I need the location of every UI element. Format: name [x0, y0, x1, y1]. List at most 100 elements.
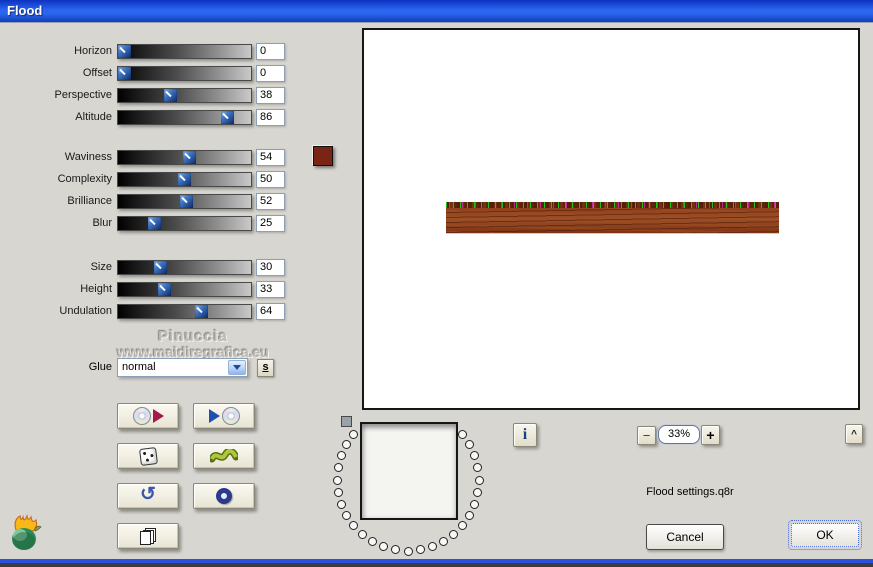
slider-handle[interactable]: [118, 45, 131, 58]
copy-pages-icon: [140, 528, 156, 545]
preset-dot[interactable]: [342, 440, 351, 449]
info-button[interactable]: i: [513, 423, 537, 447]
slider-value-undulation[interactable]: 64: [256, 303, 285, 320]
slider-handle[interactable]: [195, 305, 208, 318]
slider-value-complexity[interactable]: 50: [256, 171, 285, 188]
glue-dropdown-value: normal: [122, 361, 156, 373]
preset-dot[interactable]: [473, 463, 483, 473]
save-preset-button[interactable]: [117, 403, 179, 429]
slider-track-brilliance[interactable]: [117, 194, 252, 209]
water-color-swatch[interactable]: [313, 146, 333, 166]
title-bar: Flood: [0, 0, 873, 23]
dropdown-button[interactable]: [228, 360, 246, 375]
preset-dot[interactable]: [457, 429, 467, 439]
slider-handle[interactable]: [148, 217, 161, 230]
preset-dot[interactable]: [449, 529, 459, 539]
preset-dot[interactable]: [470, 499, 480, 509]
collapse-button[interactable]: ^: [845, 424, 863, 444]
reset-button[interactable]: [193, 483, 255, 509]
slider-handle[interactable]: [221, 111, 234, 124]
preset-dot[interactable]: [464, 511, 474, 520]
flaming-pear-logo-icon[interactable]: [8, 512, 44, 552]
watermark-line1: Pinuccia: [158, 328, 228, 345]
slider-handle[interactable]: [164, 89, 177, 102]
preset-dot[interactable]: [336, 451, 346, 461]
navigator-preview-square[interactable]: [360, 422, 458, 520]
slider-handle[interactable]: [118, 67, 131, 80]
slider-track-undulation[interactable]: [117, 304, 252, 319]
slider-value-blur[interactable]: 25: [256, 215, 285, 232]
slider-label: Blur: [92, 217, 112, 229]
ok-button[interactable]: OK: [788, 520, 862, 550]
preset-dot[interactable]: [379, 542, 389, 552]
preset-dot[interactable]: [357, 529, 367, 539]
ok-button-label: OK: [791, 523, 859, 547]
preset-dot[interactable]: [470, 451, 480, 461]
preview-canvas[interactable]: [362, 28, 860, 410]
slider-track-blur[interactable]: [117, 216, 252, 231]
slider-label: Offset: [82, 67, 112, 79]
slider-track-offset[interactable]: [117, 66, 252, 81]
zoom-in-button[interactable]: +: [701, 425, 720, 445]
slider-track-height[interactable]: [117, 282, 252, 297]
copy-settings-button[interactable]: [117, 523, 179, 549]
slider-value-altitude[interactable]: 86: [256, 109, 285, 126]
preset-dot[interactable]: [439, 536, 448, 546]
slider-track-horizon[interactable]: [117, 44, 252, 59]
slider-value-waviness[interactable]: 54: [256, 149, 285, 166]
preset-dot[interactable]: [349, 429, 359, 439]
randomize-button[interactable]: [117, 443, 179, 469]
preset-dot[interactable]: [403, 546, 413, 556]
load-preset-button[interactable]: [193, 403, 255, 429]
slider-value-perspective[interactable]: 38: [256, 87, 285, 104]
slider-track-perspective[interactable]: [117, 88, 252, 103]
slider-value-brilliance[interactable]: 52: [256, 193, 285, 210]
preset-dot[interactable]: [474, 475, 484, 485]
slider-handle[interactable]: [180, 195, 193, 208]
preset-dot[interactable]: [332, 475, 342, 485]
slider-handle[interactable]: [154, 261, 167, 274]
slider-label: Size: [90, 261, 112, 273]
zoom-out-button[interactable]: −: [637, 426, 656, 445]
preset-dot[interactable]: [342, 511, 351, 520]
undo-button[interactable]: ↺: [117, 483, 179, 509]
slider-track-size[interactable]: [117, 260, 252, 275]
preset-dot[interactable]: [349, 521, 359, 531]
slider-value-height[interactable]: 33: [256, 281, 285, 298]
green-wave-icon: [210, 448, 238, 462]
slider-value-horizon[interactable]: 0: [256, 43, 285, 60]
wave-preset-button[interactable]: [193, 443, 255, 469]
preset-dot[interactable]: [464, 440, 474, 449]
preset-dot[interactable]: [368, 536, 377, 546]
preset-dot[interactable]: [333, 463, 343, 473]
slider-label: Altitude: [75, 111, 112, 123]
slider-label: Waviness: [64, 151, 112, 163]
glue-label: Glue: [88, 361, 112, 373]
cancel-button[interactable]: Cancel: [646, 524, 724, 550]
cd-icon: [221, 407, 240, 425]
slider-value-size[interactable]: 30: [256, 259, 285, 276]
glue-shortcut-button[interactable]: s: [257, 359, 274, 377]
flood-dialog-window: Flood Horizon 0 Offset 0 Perspective 38 Altitu…: [0, 0, 873, 567]
slider-track-altitude[interactable]: [117, 110, 252, 125]
slider-label: Perspective: [54, 89, 112, 101]
slider-track-waviness[interactable]: [117, 150, 252, 165]
preset-dot[interactable]: [427, 542, 437, 552]
slider-track-complexity[interactable]: [117, 172, 252, 187]
wood-texture-edge: [446, 202, 779, 208]
preset-dot[interactable]: [333, 487, 343, 497]
preset-dot[interactable]: [391, 545, 401, 555]
preset-dot[interactable]: [415, 545, 425, 555]
preset-dot[interactable]: [336, 499, 346, 509]
settings-filename: Flood settings.q8r: [646, 486, 734, 498]
slider-handle[interactable]: [158, 283, 171, 296]
slider-value-offset[interactable]: 0: [256, 65, 285, 82]
glue-dropdown[interactable]: normal: [117, 358, 248, 377]
chevron-down-icon: [233, 365, 241, 370]
slider-label: Complexity: [57, 173, 112, 185]
navigator-indicator-square: [341, 416, 352, 427]
preset-dot[interactable]: [457, 521, 467, 531]
slider-handle[interactable]: [183, 151, 196, 164]
slider-handle[interactable]: [178, 173, 191, 186]
preset-dot[interactable]: [473, 487, 483, 497]
